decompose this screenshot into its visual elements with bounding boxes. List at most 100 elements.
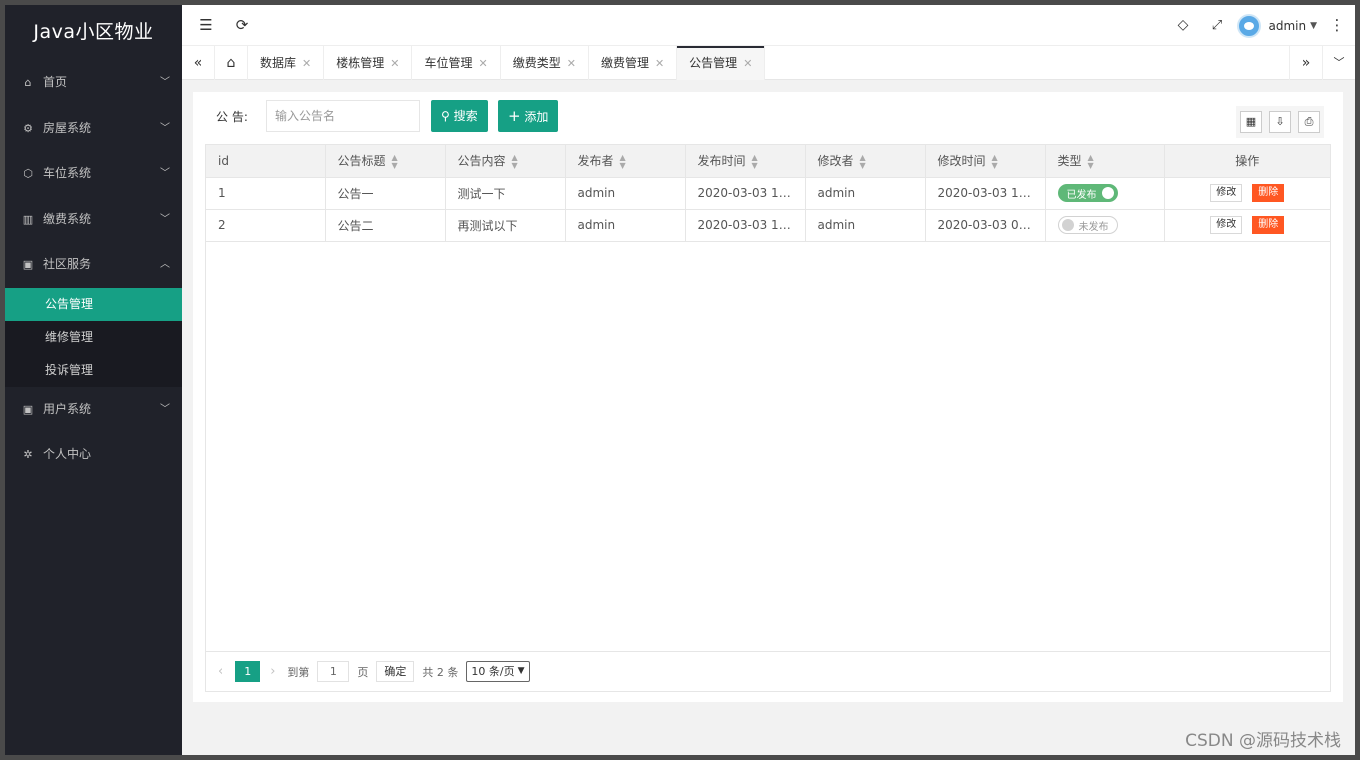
- cell-actions: 修改 删除: [1164, 177, 1330, 210]
- cell-content: 测试一下: [445, 177, 566, 210]
- toggle-knob: [1101, 187, 1114, 199]
- sidebar-item-profile[interactable]: ✲ 个人中心: [5, 432, 182, 478]
- goto-suffix: 页: [357, 665, 369, 679]
- delete-button[interactable]: 删除: [1252, 216, 1285, 234]
- next-page-icon[interactable]: ›: [270, 664, 275, 679]
- refresh-icon[interactable]: ⟳: [230, 5, 254, 46]
- community-submenu: 公告管理 维修管理 投诉管理: [5, 287, 182, 387]
- search-button[interactable]: ⚲ 搜索: [431, 100, 488, 132]
- sidebar-item-users[interactable]: ▣ 用户系统 ﹀: [5, 387, 182, 433]
- tabs-scroll-right-icon[interactable]: »: [1289, 46, 1322, 80]
- column-header-publish-time[interactable]: 发布时间 ▲ ▼: [685, 145, 806, 178]
- tab-database[interactable]: 数据库 ✕: [248, 46, 325, 80]
- publish-toggle[interactable]: 已发布: [1057, 184, 1118, 202]
- tab-bar: « ⌂ 数据库 ✕ 楼栋管理 ✕ 车位管理 ✕ 缴费类型 ✕ 缴费管理 ✕ 公告管理 ✕ »…: [182, 46, 1355, 80]
- table-header-row: id 公告标题 ▲ ▼ 公告内容 ▲ ▼ 发布者 ▲ ▼ 发布时间 ▲ ▼ 修改者 ▲ ▼ 修改时间…: [206, 145, 1330, 178]
- home-tab-icon[interactable]: ⌂: [215, 46, 248, 80]
- close-icon[interactable]: ✕: [743, 57, 752, 70]
- export-icon[interactable]: ⇩: [1269, 111, 1291, 133]
- cell-id: 1: [206, 177, 326, 210]
- user-menu[interactable]: admin ▼: [1237, 13, 1317, 39]
- search-input[interactable]: [266, 100, 420, 132]
- column-header-type[interactable]: 类型 ▲ ▼: [1045, 145, 1165, 178]
- tab-parking[interactable]: 车位管理 ✕: [412, 46, 501, 80]
- sidebar-item-payment[interactable]: ▥ 缴费系统 ﹀: [5, 197, 182, 243]
- close-icon[interactable]: ✕: [655, 57, 664, 70]
- page-current[interactable]: 1: [235, 661, 261, 682]
- chevron-down-icon: ﹀: [160, 403, 170, 415]
- table-row: 1 公告一 测试一下 admin 2020-03-03 17:... admin…: [206, 177, 1330, 210]
- goto-confirm-button[interactable]: 确定: [376, 661, 415, 682]
- sidebar-subitem-notice[interactable]: 公告管理: [5, 287, 182, 321]
- sort-icon[interactable]: ▲ ▼: [752, 153, 758, 170]
- table-toolbar: ▦ ⇩ ⎙: [1236, 106, 1324, 138]
- column-label: 公告标题: [337, 154, 386, 168]
- app-logo: Java小区物业: [33, 21, 154, 43]
- sidebar-subitem-complaint[interactable]: 投诉管理: [5, 354, 182, 387]
- chevron-down-icon: ﹀: [160, 168, 170, 179]
- menu-toggle-icon[interactable]: ☰: [194, 5, 218, 46]
- column-label: id: [218, 153, 229, 168]
- app-window: Java小区物业 ⌂ 首页 ﹀ ⚙ 房屋系统 ﹀ ⬡ 车位系统 ﹀ ▥ 缴费系统 ﹀ ▣…: [5, 5, 1355, 755]
- publish-toggle[interactable]: 未发布: [1057, 216, 1118, 234]
- prev-page-icon[interactable]: ‹: [218, 664, 223, 679]
- cell-modify-time: 2020-03-03 09:...: [925, 209, 1046, 242]
- more-vertical-icon[interactable]: ⋮: [1327, 5, 1347, 46]
- tab-notices[interactable]: 公告管理 ✕: [677, 46, 766, 80]
- top-header: ☰ ⟳ ◇ ⤢ admin ▼ ⋮: [182, 5, 1355, 46]
- chevron-up-icon: ︿: [160, 259, 170, 270]
- sidebar-item-label: 首页: [43, 75, 68, 89]
- delete-button[interactable]: 删除: [1252, 184, 1285, 202]
- column-header-publisher[interactable]: 发布者 ▲ ▼: [565, 145, 686, 178]
- sort-icon[interactable]: ▲ ▼: [620, 153, 626, 170]
- page-size-select[interactable]: 10 条/页 ▼: [466, 661, 530, 682]
- sidebar-item-parking[interactable]: ⬡ 车位系统 ﹀: [5, 151, 182, 197]
- fullscreen-icon[interactable]: ⤢: [1205, 5, 1229, 46]
- columns-filter-icon[interactable]: ▦: [1240, 111, 1262, 133]
- sidebar-item-home[interactable]: ⌂ 首页 ﹀: [5, 60, 182, 106]
- tabs-dropdown-icon[interactable]: ﹀: [1322, 46, 1355, 80]
- sidebar-item-community[interactable]: ▣ 社区服务 ︿: [5, 242, 182, 288]
- tab-label: 楼栋管理: [336, 56, 385, 70]
- close-icon[interactable]: ✕: [478, 57, 487, 70]
- close-icon[interactable]: ✕: [567, 57, 576, 70]
- plus-icon: +: [508, 107, 521, 125]
- edit-button[interactable]: 修改: [1210, 184, 1243, 202]
- close-icon[interactable]: ✕: [302, 57, 311, 70]
- search-label: 公 告:: [216, 110, 248, 124]
- page-size-value: 10 条/页: [471, 665, 515, 678]
- tab-fees[interactable]: 缴费管理 ✕: [589, 46, 678, 80]
- goto-page-input[interactable]: 1: [317, 661, 350, 682]
- edit-button[interactable]: 修改: [1210, 216, 1243, 234]
- cell-modifier: admin: [805, 177, 926, 210]
- print-icon[interactable]: ⎙: [1298, 111, 1320, 133]
- cell-actions: 修改 删除: [1164, 209, 1330, 242]
- sidebar-item-label: 缴费系统: [43, 211, 92, 226]
- sort-icon[interactable]: ▲ ▼: [860, 153, 866, 170]
- column-header-id[interactable]: id: [206, 145, 326, 178]
- close-icon[interactable]: ✕: [390, 57, 399, 70]
- tab-fee-types[interactable]: 缴费类型 ✕: [501, 46, 589, 80]
- cell-type: 未发布: [1045, 209, 1165, 242]
- gear-icon: ⚙: [23, 121, 33, 135]
- column-header-modify-time[interactable]: 修改时间 ▲ ▼: [925, 145, 1046, 178]
- tag-icon[interactable]: ◇: [1171, 5, 1195, 46]
- sort-icon[interactable]: ▲ ▼: [992, 153, 998, 170]
- tabs-scroll-left-icon[interactable]: «: [182, 46, 215, 80]
- avatar: [1237, 14, 1262, 38]
- sidebar-subitem-repair[interactable]: 维修管理: [5, 321, 182, 354]
- column-label: 类型: [1057, 154, 1082, 168]
- book-icon: ▥: [22, 212, 34, 226]
- column-header-title[interactable]: 公告标题 ▲ ▼: [325, 145, 446, 178]
- column-header-modifier[interactable]: 修改者 ▲ ▼: [805, 145, 926, 178]
- tab-buildings[interactable]: 楼栋管理 ✕: [324, 46, 413, 80]
- toggle-knob: [1061, 219, 1074, 231]
- add-button[interactable]: + 添加: [498, 100, 559, 132]
- column-label: 公告内容: [457, 154, 506, 168]
- caret-down-icon: ▼: [1310, 21, 1317, 31]
- sort-icon[interactable]: ▲ ▼: [512, 153, 518, 170]
- sidebar-item-housing[interactable]: ⚙ 房屋系统 ﹀: [5, 106, 182, 152]
- column-header-content[interactable]: 公告内容 ▲ ▼: [445, 145, 566, 178]
- sort-icon[interactable]: ▲ ▼: [1088, 153, 1094, 170]
- sort-icon[interactable]: ▲ ▼: [392, 153, 398, 170]
